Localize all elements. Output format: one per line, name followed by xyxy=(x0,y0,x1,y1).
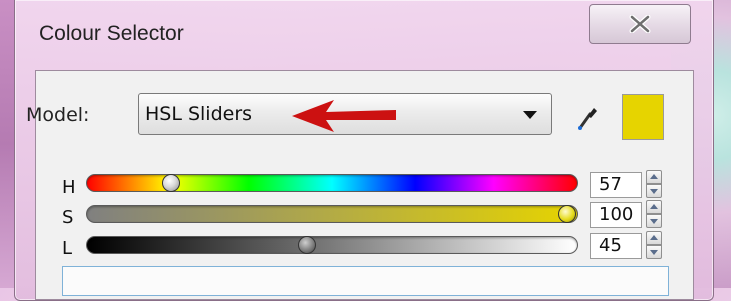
red-arrow-icon xyxy=(292,100,396,132)
chevron-down-icon xyxy=(523,111,537,119)
saturation-label: S xyxy=(62,207,74,228)
desktop-background-left xyxy=(0,0,14,288)
lightness-value-field[interactable]: 45 xyxy=(590,233,642,259)
lightness-increment-button[interactable] xyxy=(646,231,662,245)
hue-label: H xyxy=(62,177,76,198)
lightness-decrement-button[interactable] xyxy=(646,245,662,259)
hue-decrement-button[interactable] xyxy=(646,184,662,198)
hue-slider-track[interactable] xyxy=(86,174,578,192)
close-button[interactable] xyxy=(589,4,691,44)
saturation-increment-button[interactable] xyxy=(646,200,662,214)
eyedropper-icon[interactable] xyxy=(576,106,598,132)
saturation-slider-track[interactable] xyxy=(86,205,578,223)
lightness-spinner[interactable] xyxy=(646,231,662,259)
model-selected-value: HSL Sliders xyxy=(145,103,253,125)
window-title: Colour Selector xyxy=(39,22,184,45)
lightness-label: L xyxy=(62,238,73,259)
saturation-value-field[interactable]: 100 xyxy=(590,202,642,228)
colour-preview-panel xyxy=(62,266,669,296)
lightness-slider-track[interactable] xyxy=(86,236,578,254)
hue-value-field[interactable]: 57 xyxy=(590,172,642,198)
saturation-slider-thumb[interactable] xyxy=(558,205,576,223)
colour-swatch xyxy=(622,94,664,140)
close-icon xyxy=(629,15,651,33)
model-label: Model: xyxy=(26,104,90,126)
hue-slider-thumb[interactable] xyxy=(161,174,180,192)
hue-spinner[interactable] xyxy=(646,170,662,198)
hue-increment-button[interactable] xyxy=(646,170,662,184)
saturation-decrement-button[interactable] xyxy=(646,214,662,228)
lightness-slider-thumb[interactable] xyxy=(298,236,317,254)
saturation-spinner[interactable] xyxy=(646,200,662,228)
